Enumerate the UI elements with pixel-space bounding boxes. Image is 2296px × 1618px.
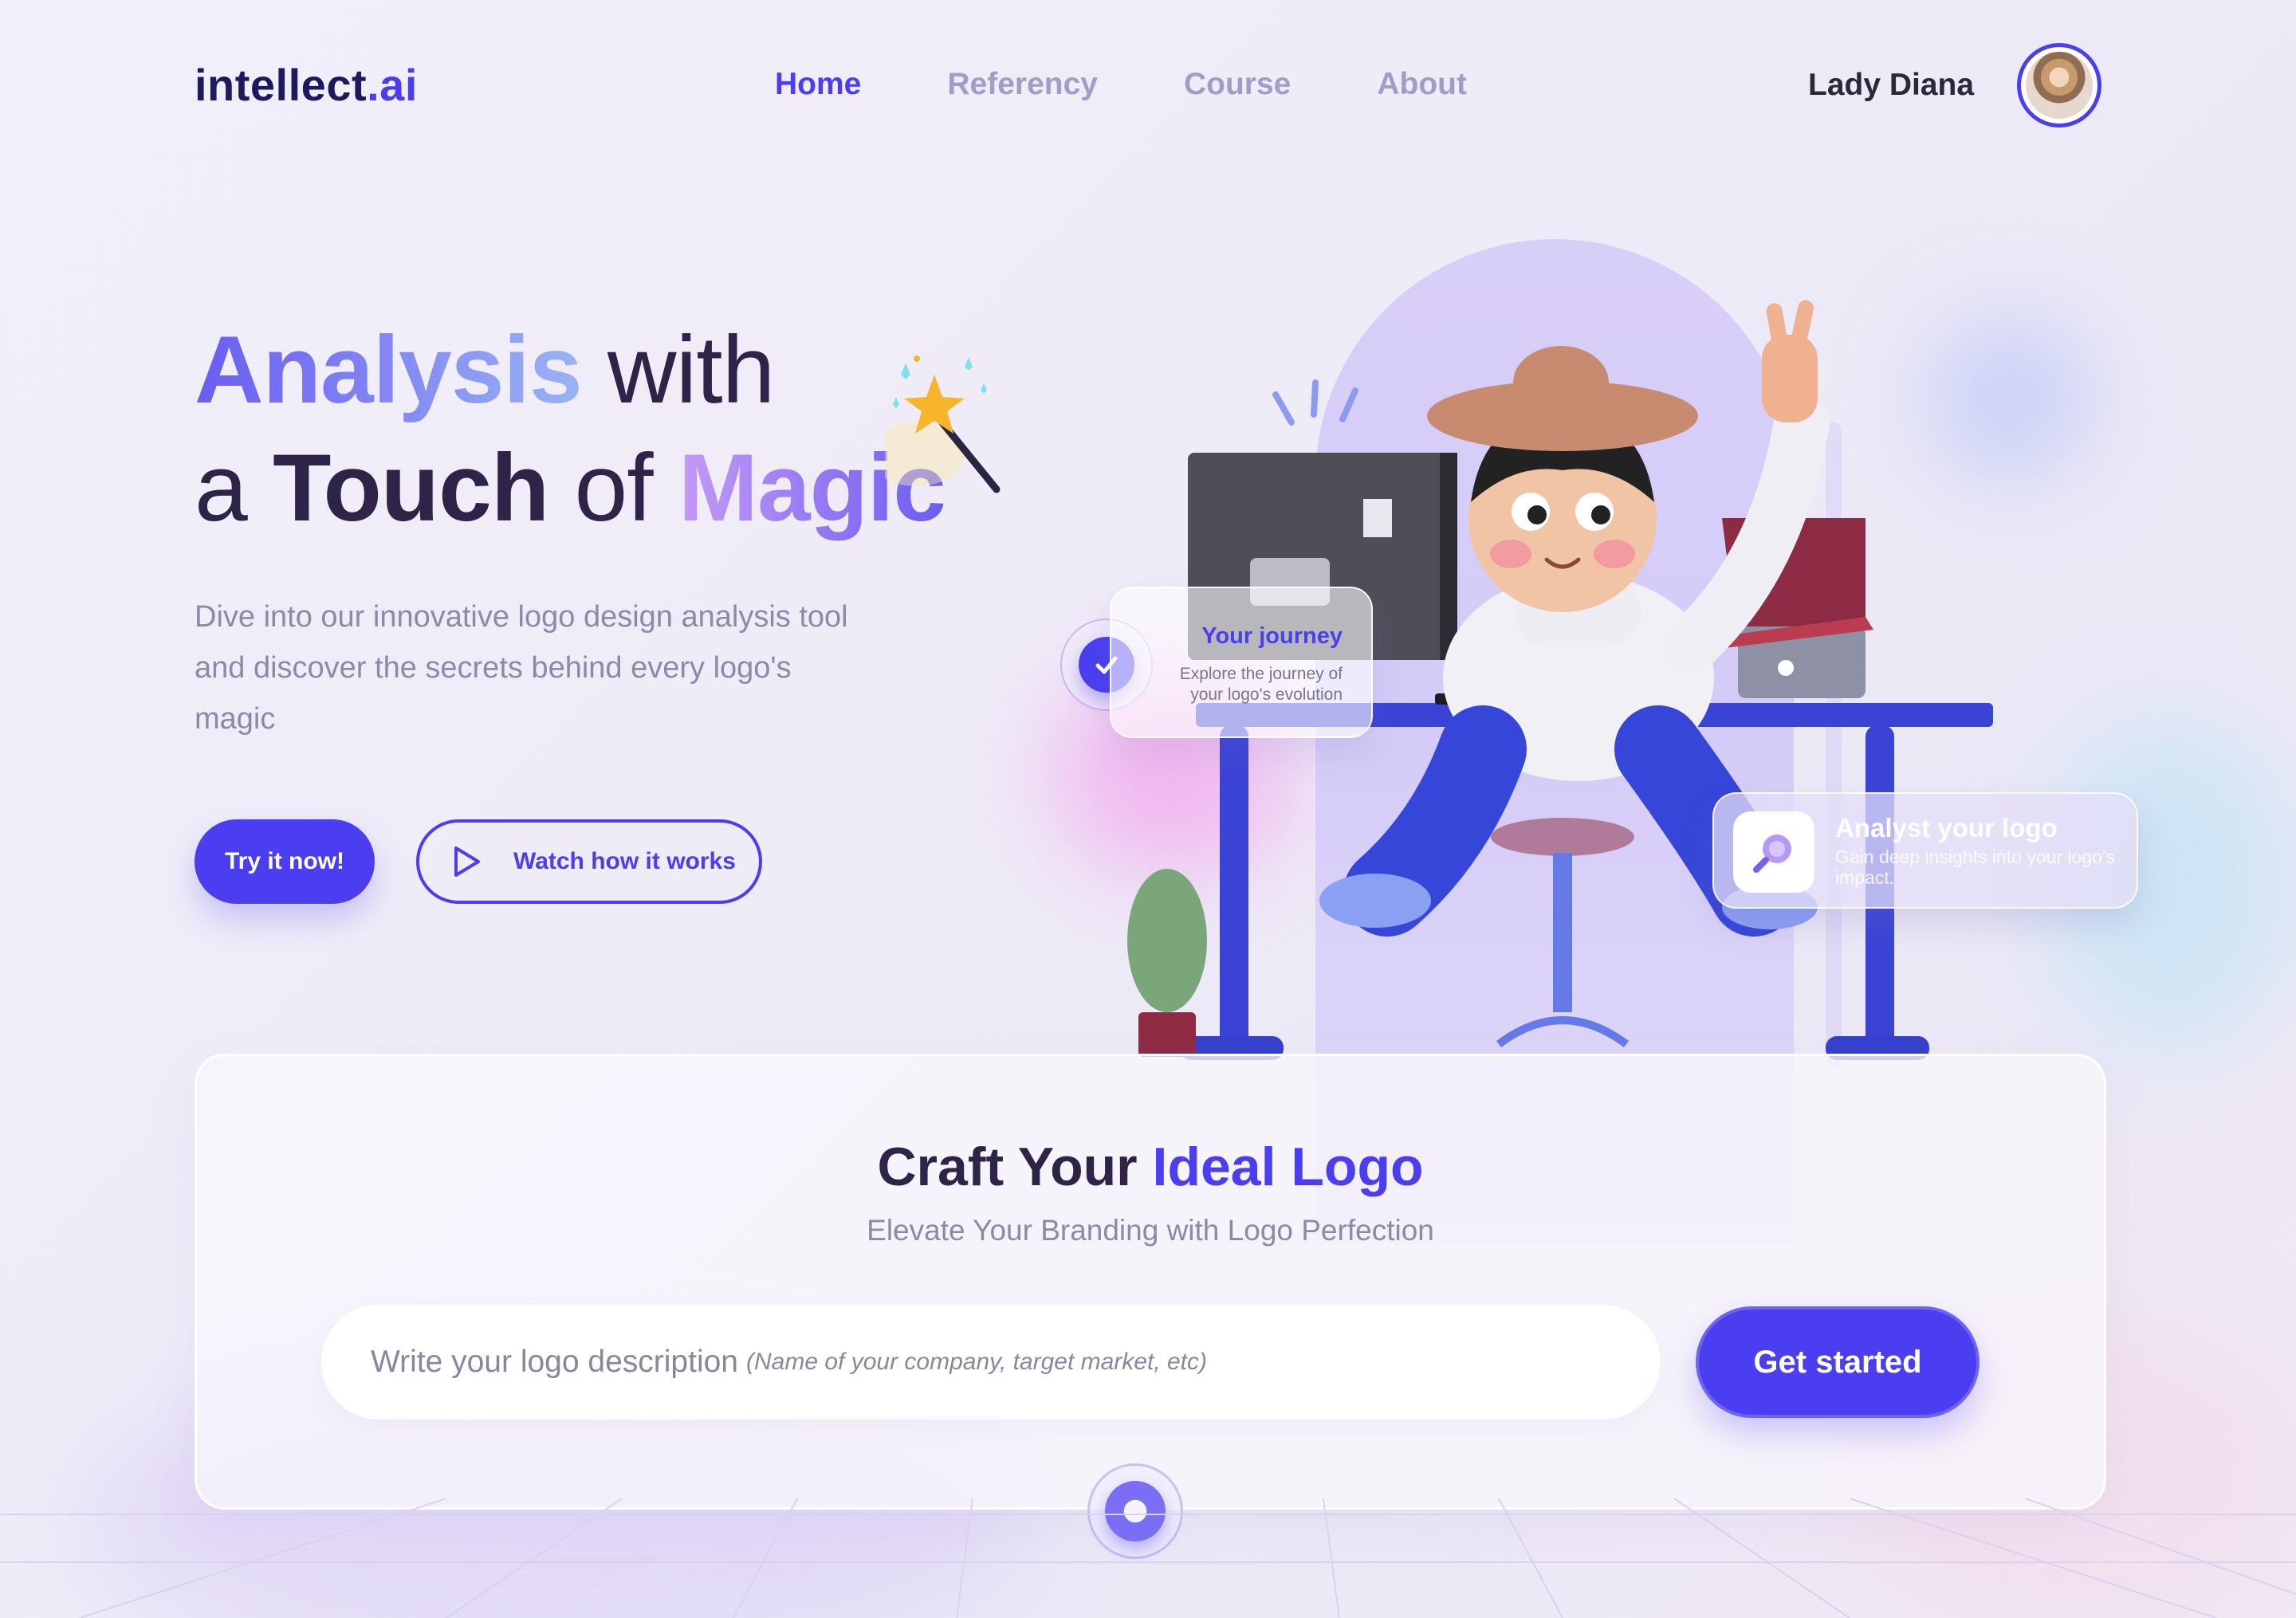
journey-card-subtitle: Explore the journey of your logo's evolu… (1179, 665, 1343, 704)
hero-title-analysis: Analysis (195, 316, 583, 423)
hero-description: Dive into our innovative logo design ana… (195, 600, 848, 736)
nav-about[interactable]: About (1377, 67, 1467, 102)
hero-title: Analysis with a Touch of Magic (195, 311, 946, 547)
nav-referency[interactable]: Referency (947, 67, 1098, 102)
logo-description-input[interactable]: Write your logo description (Name of you… (321, 1305, 1661, 1420)
brand-name: intellect (195, 60, 368, 110)
get-started-button[interactable]: Get started (1696, 1306, 1980, 1418)
hero-title-with: with (581, 316, 775, 423)
analyst-card[interactable]: Analyst your logo Gain deep insights int… (1712, 792, 2138, 909)
magic-wand-icon (885, 355, 1001, 493)
play-icon (454, 846, 480, 877)
analyst-card-title: Analyst your logo (1835, 813, 2058, 842)
watch-how-it-works-button[interactable]: Watch how it works (416, 819, 762, 904)
input-placeholder-main: Write your logo description (371, 1345, 738, 1379)
floor-grid-decoration (0, 1498, 2296, 1618)
analyst-card-subtitle: Gain deep insights into your logo's impa… (1835, 846, 2115, 888)
craft-logo-panel: Craft Your Ideal Logo Elevate Your Brand… (195, 1054, 2106, 1510)
magnifier-icon (1733, 811, 1814, 893)
user-name[interactable]: Lady Diana (1808, 68, 1974, 103)
brand-logo[interactable]: intellect.ai (195, 59, 418, 111)
hero-title-touch: Touch (273, 434, 549, 541)
craft-title-prefix: Craft Your (877, 1137, 1153, 1197)
main-nav: Home Referency Course About (775, 67, 1467, 102)
craft-title-highlight: Ideal Logo (1152, 1137, 1424, 1197)
hero-title-of: of (548, 434, 678, 541)
journey-card-title: Your journey (1201, 623, 1343, 649)
input-placeholder-hint: (Name of your company, target market, et… (746, 1349, 1207, 1375)
user-avatar[interactable] (2017, 43, 2101, 128)
craft-subtitle: Elevate Your Branding with Logo Perfecti… (867, 1214, 1434, 1247)
journey-card[interactable]: Your journey Explore the journey of your… (1110, 587, 1373, 738)
nav-course[interactable]: Course (1184, 67, 1291, 102)
brand-suffix: .ai (367, 60, 418, 110)
avatar-photo-icon (2026, 52, 2093, 119)
craft-title: Craft Your Ideal Logo (197, 1136, 2104, 1198)
nav-home[interactable]: Home (775, 67, 861, 102)
watch-button-label: Watch how it works (513, 848, 736, 874)
hero-title-a: a (195, 434, 273, 541)
try-it-now-button[interactable]: Try it now! (195, 819, 375, 904)
